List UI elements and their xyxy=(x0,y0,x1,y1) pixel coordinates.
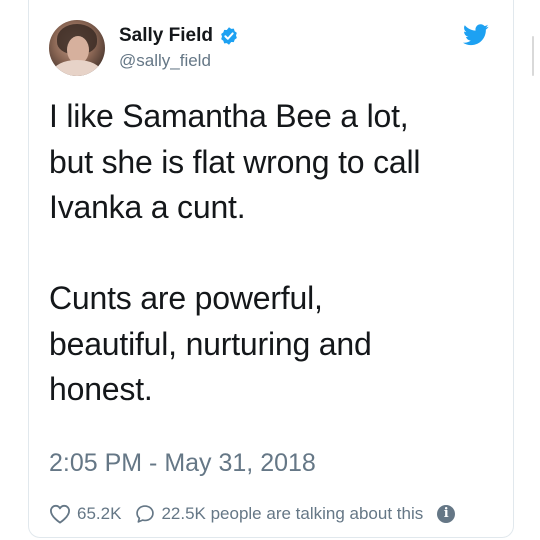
tweet-text: I like Samantha Bee a lot, but she is fl… xyxy=(49,98,421,407)
info-icon[interactable]: i xyxy=(437,505,456,523)
tweet-timestamp[interactable]: 2:05 PM - May 31, 2018 xyxy=(49,447,316,479)
verified-badge-icon xyxy=(221,27,237,45)
author-handle[interactable]: @sally_field xyxy=(119,50,239,72)
author-info[interactable]: Sally Field @sally_field xyxy=(119,24,239,72)
embedded-tweet-page: Sally Field @sally_field I like Samantha… xyxy=(0,0,540,540)
conversation-button[interactable]: 22.5K people are talking about this xyxy=(135,504,423,524)
tweet-header: Sally Field @sally_field xyxy=(49,20,493,82)
twitter-bird-icon[interactable] xyxy=(463,24,489,46)
conversation-text: 22.5K people are talking about this xyxy=(161,504,424,523)
avatar-shoulder xyxy=(53,60,101,76)
display-name-row: Sally Field xyxy=(119,24,239,48)
speech-bubble-icon xyxy=(136,505,155,523)
like-count: 65.2K xyxy=(77,504,122,523)
scrollbar-edge xyxy=(532,36,534,76)
heart-icon xyxy=(50,504,70,524)
author-display-name[interactable]: Sally Field xyxy=(119,24,213,48)
tweet-card[interactable]: Sally Field @sally_field I like Samantha… xyxy=(28,0,514,538)
tweet-actions: 65.2K 22.5K people are talking about thi… xyxy=(49,500,456,528)
avatar[interactable] xyxy=(49,20,105,76)
like-button[interactable]: 65.2K xyxy=(49,504,121,524)
